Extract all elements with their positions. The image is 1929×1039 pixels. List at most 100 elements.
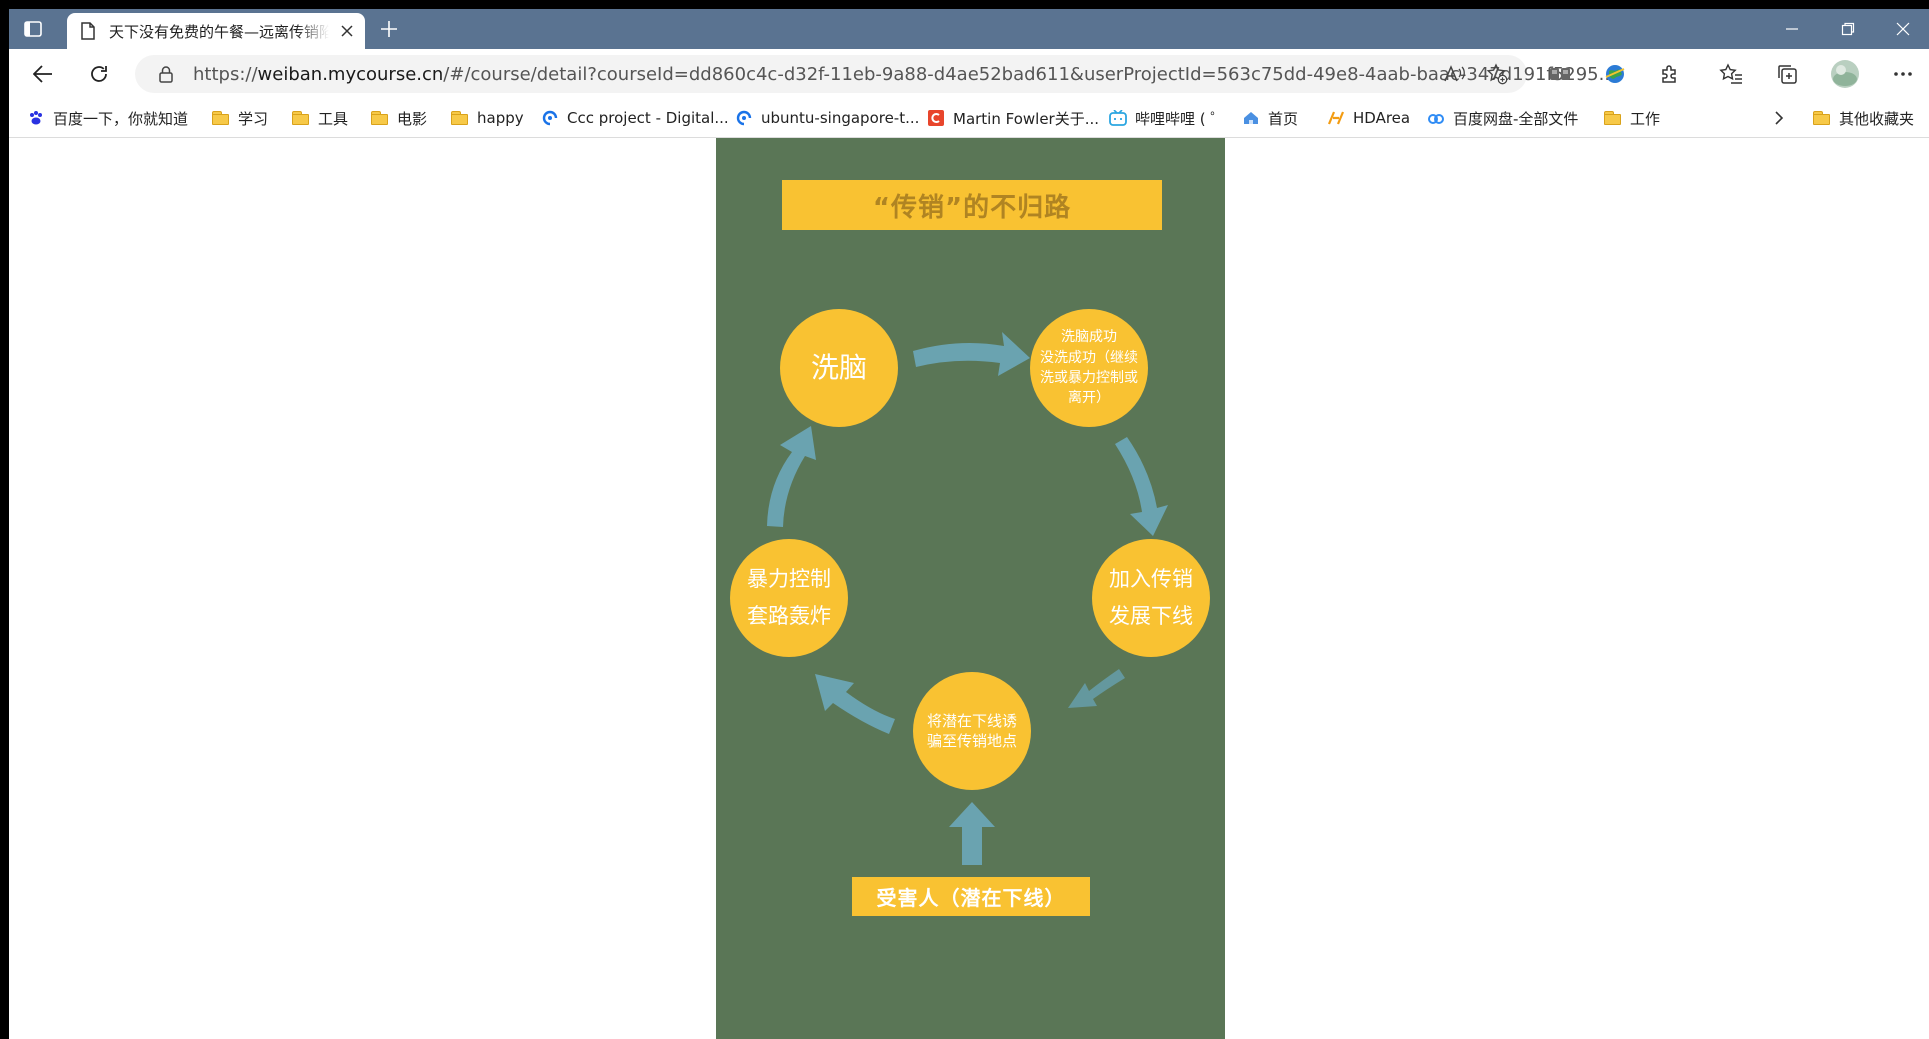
bookmark-folder-work[interactable]: 工作 bbox=[1604, 107, 1660, 129]
bookmark-ubuntu-singapore[interactable]: ubuntu-singapore-t... bbox=[735, 107, 919, 129]
more-icon bbox=[1894, 72, 1912, 76]
circle-brainwash: 洗脑 bbox=[780, 309, 898, 427]
url-text: https://weiban.mycourse.cn/#/course/deta… bbox=[193, 64, 1616, 85]
arrow-violence-to-brainwash bbox=[767, 426, 816, 527]
arrow-result-to-join bbox=[1115, 437, 1168, 536]
avatar-icon bbox=[1831, 60, 1859, 88]
close-icon bbox=[1896, 22, 1910, 36]
settings-more-button[interactable] bbox=[1887, 58, 1919, 90]
arrow-brainwash-to-result bbox=[913, 332, 1030, 376]
circle-label-line: 没洗成功（继续 bbox=[1040, 349, 1138, 366]
navigation-bar: https://weiban.mycourse.cn/#/course/deta… bbox=[9, 49, 1929, 99]
folder-icon bbox=[1604, 110, 1622, 126]
c-logo-icon bbox=[927, 110, 945, 126]
bookmark-baidu-pan[interactable]: 百度网盘-全部文件 bbox=[1427, 107, 1578, 129]
lock-icon bbox=[159, 66, 173, 83]
bilibili-icon bbox=[1109, 110, 1127, 126]
plus-icon bbox=[381, 21, 397, 37]
bookmark-martin-fowler[interactable]: Martin Fowler关于... bbox=[927, 107, 1099, 129]
bookmark-label: HDArea bbox=[1353, 109, 1411, 127]
bookmark-label: 电影 bbox=[397, 109, 428, 128]
tab-actions-button[interactable] bbox=[19, 15, 47, 43]
puzzle-icon bbox=[1662, 65, 1676, 83]
close-tab-button[interactable] bbox=[337, 21, 357, 41]
cloud-house-icon bbox=[1242, 110, 1260, 126]
page-icon bbox=[81, 22, 97, 40]
bookmark-folder-tools[interactable]: 工具 bbox=[292, 107, 348, 129]
favorites-button[interactable] bbox=[1715, 58, 1747, 90]
close-window-button[interactable] bbox=[1875, 9, 1929, 49]
tab-actions-icon bbox=[24, 21, 42, 37]
star-add-icon bbox=[1486, 63, 1508, 85]
circle-label-line: 将潜在下线诱 bbox=[926, 711, 1017, 730]
bookmark-label: Martin Fowler关于... bbox=[953, 109, 1100, 128]
close-icon bbox=[341, 25, 353, 37]
active-tab[interactable]: 天下没有免费的午餐—远离传销陷阱 bbox=[67, 13, 365, 49]
circle-join-mlm: 加入传销 发展下线 bbox=[1092, 539, 1210, 657]
collections-button[interactable] bbox=[1771, 58, 1803, 90]
folder-icon bbox=[1813, 110, 1831, 126]
new-tab-button[interactable] bbox=[377, 17, 401, 41]
arrow-lure-to-violence bbox=[815, 674, 895, 734]
minimize-icon bbox=[1786, 28, 1798, 30]
refresh-icon bbox=[91, 66, 107, 82]
circle-label: 洗脑 bbox=[810, 351, 867, 385]
bookmark-folder-happy[interactable]: happy bbox=[451, 107, 524, 129]
bookmark-home[interactable]: 首页 bbox=[1242, 107, 1298, 129]
extension-globe-button[interactable] bbox=[1599, 58, 1631, 90]
arrow-victim-to-lure bbox=[949, 802, 995, 865]
baidu-pan-icon bbox=[1427, 110, 1445, 126]
folder-icon bbox=[451, 110, 469, 126]
circle-violence-control: 暴力控制 套路轰炸 bbox=[730, 539, 848, 657]
read-aloud-button[interactable] bbox=[1443, 62, 1467, 86]
tab-title: 天下没有免费的午餐—远离传销陷阱 bbox=[109, 22, 329, 41]
page-content: “传销”的不归路 洗脑 洗脑成功 没洗成功（继续 洗或暴力控制或 离开） 加入传… bbox=[9, 138, 1929, 1039]
circle-label-line: 洗或暴力控制或 bbox=[1040, 370, 1138, 386]
minimize-button[interactable] bbox=[1764, 9, 1820, 49]
immersive-icon bbox=[1550, 68, 1570, 80]
bookmark-ccc-project[interactable]: Ccc project - Digital... bbox=[541, 107, 729, 129]
bookmarks-bar: 百度一下，你就知道 学习 工具 电影 happy Ccc project - D… bbox=[9, 99, 1929, 138]
address-bar[interactable]: https://weiban.mycourse.cn/#/course/deta… bbox=[135, 55, 1616, 93]
read-aloud-icon bbox=[1444, 65, 1465, 82]
bookmark-baidu[interactable]: 百度一下，你就知道 bbox=[27, 107, 188, 129]
victim-label: 受害人（潜在下线） bbox=[876, 886, 1066, 910]
bookmark-folder-movies[interactable]: 电影 bbox=[371, 107, 427, 129]
circle-label-line: 发展下线 bbox=[1109, 604, 1193, 628]
circle-lure-downline: 将潜在下线诱 骗至传销地点 bbox=[913, 672, 1031, 790]
title-bar: 天下没有免费的午餐—远离传销陷阱 bbox=[9, 9, 1929, 49]
circle-label-line: 套路轰炸 bbox=[747, 604, 831, 628]
refresh-button[interactable] bbox=[83, 58, 115, 90]
favorites-list-icon bbox=[1719, 63, 1742, 84]
restore-button[interactable] bbox=[1820, 9, 1876, 49]
bookmark-hdarea[interactable]: HDArea bbox=[1327, 107, 1410, 129]
collections-icon bbox=[1778, 65, 1797, 84]
circle-brainwash-result: 洗脑成功 没洗成功（继续 洗或暴力控制或 离开） bbox=[1030, 309, 1148, 427]
profile-button[interactable] bbox=[1544, 58, 1576, 90]
add-favorite-button[interactable] bbox=[1485, 62, 1509, 86]
bookmark-label: 工具 bbox=[318, 109, 349, 128]
extensions-button[interactable] bbox=[1654, 58, 1686, 90]
folder-icon bbox=[212, 110, 230, 126]
bookmark-label: Ccc project - Digital... bbox=[567, 109, 729, 127]
bookmark-bilibili[interactable]: 哔哩哔哩 ( ゜ bbox=[1109, 107, 1225, 129]
bookmarks-overflow-button[interactable] bbox=[1774, 107, 1784, 129]
chevron-right-icon bbox=[1775, 111, 1784, 125]
circle-label-line: 骗至传销地点 bbox=[926, 732, 1017, 750]
globe-extension-icon bbox=[1605, 65, 1625, 83]
circle-label-line: 加入传销 bbox=[1109, 567, 1193, 592]
back-arrow-icon bbox=[33, 65, 52, 83]
bookmark-other-favorites[interactable]: 其他收藏夹 bbox=[1813, 107, 1914, 129]
browser-window: 天下没有免费的午餐—远离传销陷阱 https://weiban.mycourse… bbox=[9, 9, 1929, 1039]
spiral-icon bbox=[735, 110, 753, 126]
folder-icon bbox=[371, 110, 389, 126]
mlm-cycle-poster: “传销”的不归路 洗脑 洗脑成功 没洗成功（继续 洗或暴力控制或 离开） 加入传… bbox=[716, 138, 1225, 1039]
back-button[interactable] bbox=[27, 58, 59, 90]
profile-avatar-button[interactable] bbox=[1829, 58, 1861, 90]
bookmark-label: 学习 bbox=[238, 109, 269, 128]
bookmark-folder-study[interactable]: 学习 bbox=[212, 107, 268, 129]
bookmark-label: ubuntu-singapore-t... bbox=[761, 109, 920, 127]
bookmark-label: happy bbox=[477, 109, 524, 127]
restore-icon bbox=[1841, 22, 1855, 36]
folder-icon bbox=[292, 110, 310, 126]
